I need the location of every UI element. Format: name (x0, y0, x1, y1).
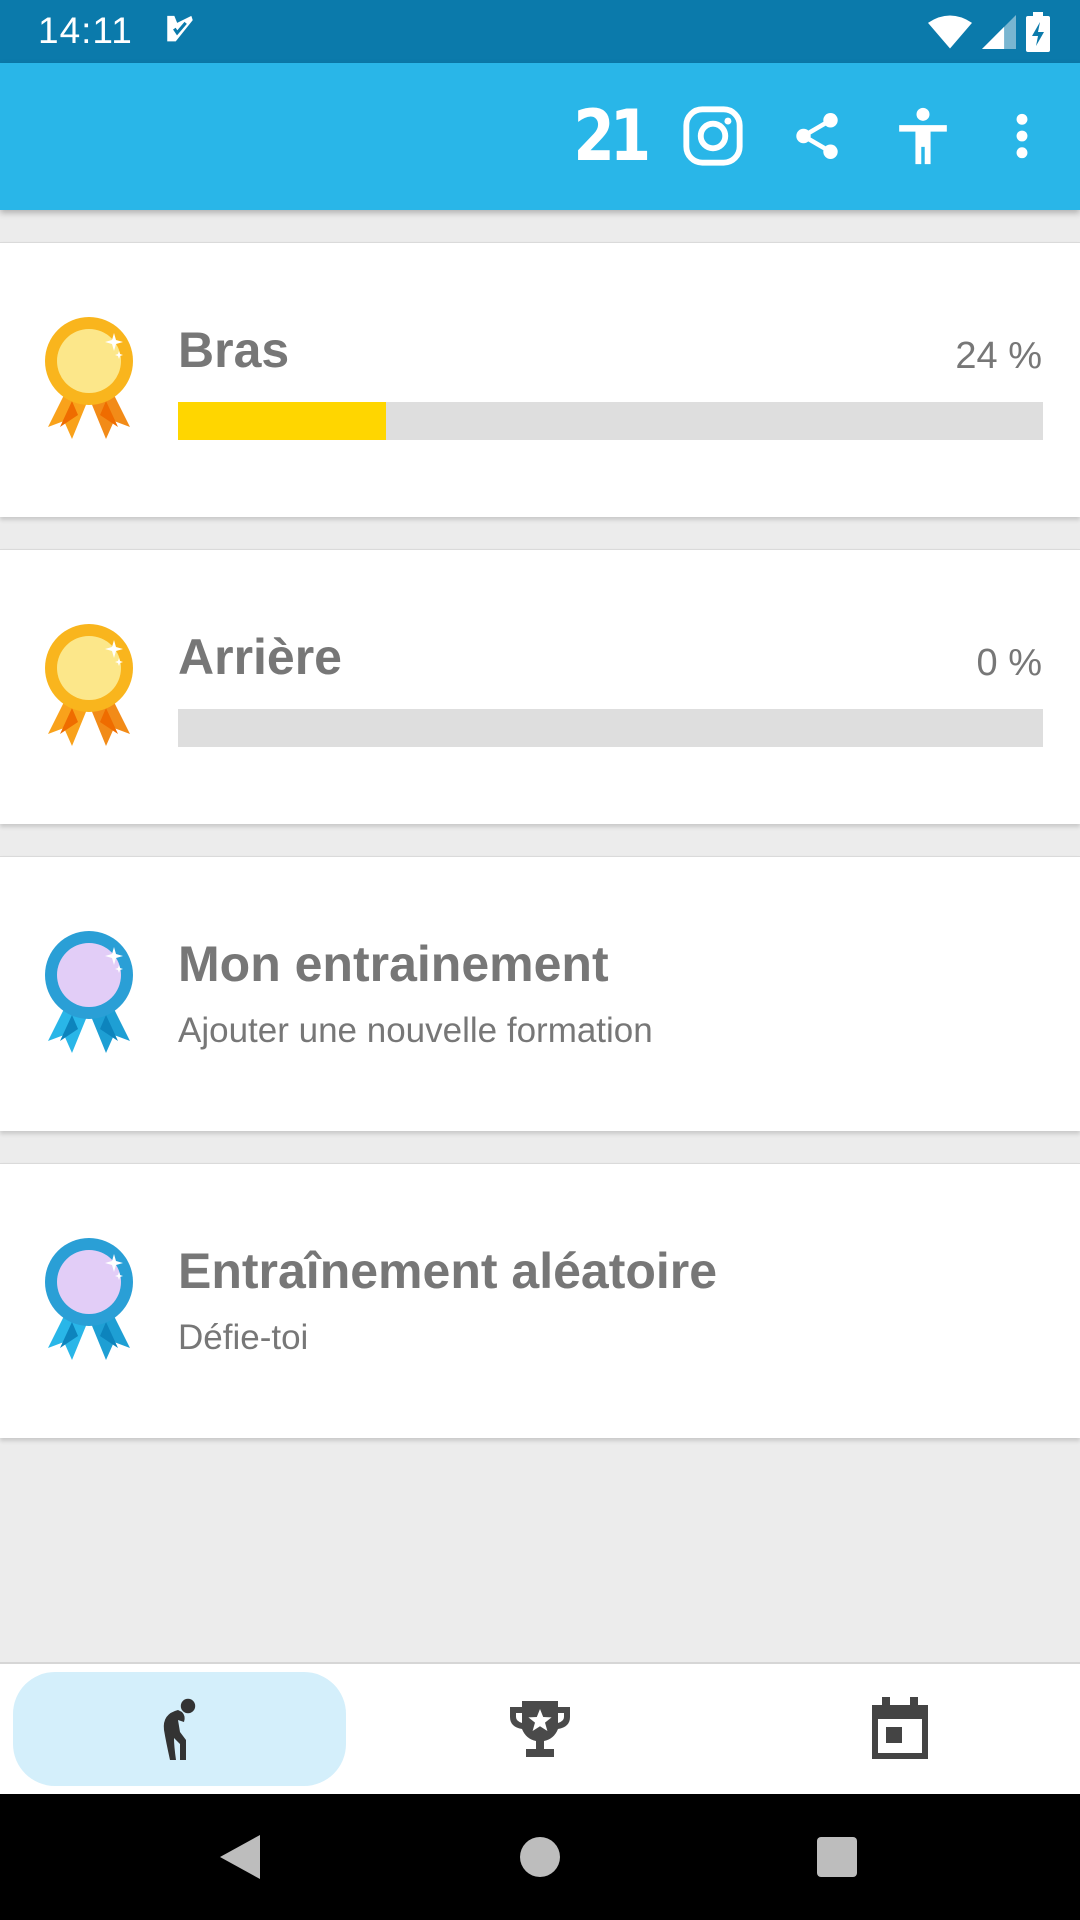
more-options-button[interactable] (1000, 103, 1044, 169)
recents-square-icon (817, 1837, 857, 1877)
card-title: Entraînement aléatoire (178, 1243, 718, 1299)
instagram-button[interactable] (680, 103, 746, 169)
bottom-nav (0, 1662, 1080, 1796)
recents-button[interactable] (797, 1794, 877, 1920)
exercise-icon (163, 1698, 195, 1760)
wifi-icon (928, 15, 972, 49)
workout-card-bras[interactable]: Bras 24 % (0, 242, 1080, 517)
calendar-icon (871, 1697, 928, 1759)
nav-tab-achievements[interactable] (373, 1672, 706, 1786)
card-subtitle: Défie-toi (178, 1318, 309, 1357)
workout-card-entrainement-aleatoire[interactable]: Entraînement aléatoire Défie-toi (0, 1163, 1080, 1438)
share-button[interactable] (787, 103, 847, 169)
instagram-icon (683, 106, 743, 166)
blue-medal-icon (45, 931, 133, 1053)
cellular-signal-icon (982, 15, 1016, 49)
status-bar: 14:11 (0, 0, 1080, 63)
card-subtitle: Ajouter une nouvelle formation (178, 1011, 653, 1050)
card-title: Mon entrainement (178, 936, 609, 992)
workout-card-mon-entrainement[interactable]: Mon entrainement Ajouter une nouvelle fo… (0, 856, 1080, 1131)
task-check-icon (167, 15, 193, 42)
workout-card-arriere[interactable]: Arrière 0 % (0, 549, 1080, 824)
back-button[interactable] (200, 1794, 280, 1920)
blue-medal-icon (45, 1238, 133, 1360)
gold-medal-icon (45, 317, 133, 439)
back-triangle-icon (220, 1835, 260, 1879)
nav-tab-calendar[interactable] (733, 1672, 1066, 1786)
card-title: Bras (178, 322, 290, 378)
badge-21-button[interactable]: 21 (574, 95, 652, 177)
progress-percent: 0 % (976, 642, 1042, 684)
progress-percent: 24 % (955, 335, 1042, 377)
progress-bar (178, 709, 1043, 747)
card-title: Arrière (178, 629, 342, 685)
progress-bar-fill (178, 402, 386, 440)
nav-tab-exercise[interactable] (13, 1672, 346, 1786)
status-time: 14:11 (38, 10, 133, 51)
accessibility-icon (899, 107, 947, 165)
home-button[interactable] (500, 1794, 580, 1920)
more-vert-icon (1016, 113, 1028, 159)
app-bar: 21 (0, 63, 1080, 210)
accessibility-button[interactable] (893, 103, 953, 169)
badge-21-label: 21 (573, 95, 652, 177)
progress-bar (178, 402, 1043, 440)
battery-charging-icon (1026, 12, 1050, 52)
trophy-icon (509, 1701, 570, 1757)
share-icon (796, 113, 838, 159)
system-nav-bar (0, 1794, 1080, 1920)
home-circle-icon (520, 1837, 560, 1877)
gold-medal-icon (45, 624, 133, 746)
